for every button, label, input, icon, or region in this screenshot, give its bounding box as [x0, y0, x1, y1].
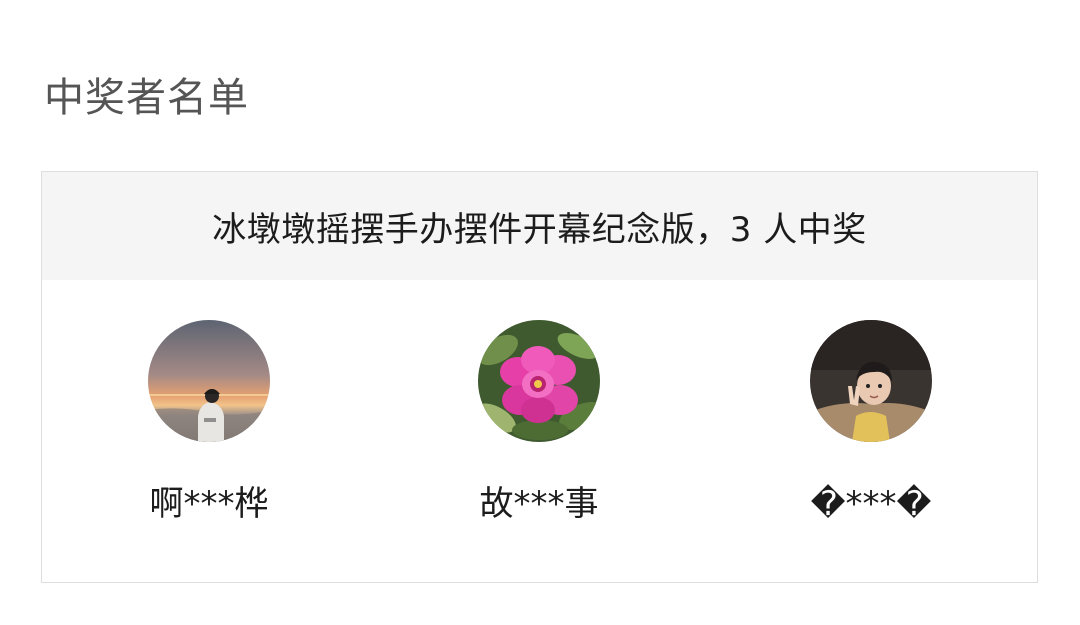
prize-header: 冰墩墩摇摆手办摆件开幕纪念版，3 人中奖 — [42, 172, 1037, 280]
pink-peony-photo — [478, 320, 600, 442]
page-title: 中奖者名单 — [44, 75, 249, 121]
sunset-beach-photo — [148, 320, 270, 442]
child-photo — [810, 320, 932, 442]
winner-item[interactable]: 啊***桦 — [79, 320, 339, 526]
winners-row: 啊***桦 故***事 �***� — [42, 280, 1037, 582]
winner-name: �***� — [810, 484, 932, 524]
winner-name: 故***事 — [479, 484, 599, 524]
avatar[interactable] — [810, 320, 932, 442]
winner-item[interactable]: 故***事 — [409, 320, 669, 526]
avatar[interactable] — [148, 320, 270, 442]
winner-item[interactable]: �***� — [741, 320, 1001, 526]
winner-list-card: 冰墩墩摇摆手办摆件开幕纪念版，3 人中奖 啊***桦 故***事 �***� — [41, 171, 1038, 583]
avatar[interactable] — [478, 320, 600, 442]
winner-name: 啊***桦 — [149, 484, 269, 524]
